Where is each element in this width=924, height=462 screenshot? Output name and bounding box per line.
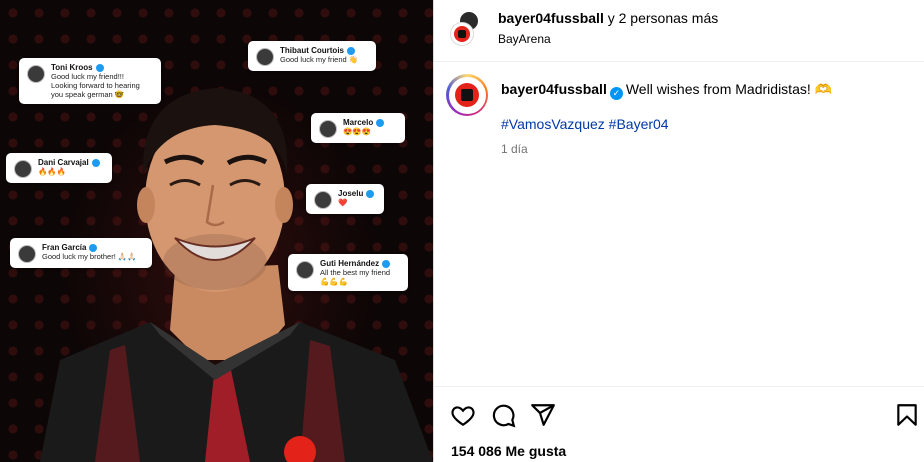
comment-card-courtois: Thibaut Courtois Good luck my friend 👋: [248, 41, 376, 71]
comment-author: Dani Carvajal: [38, 158, 89, 167]
caption-avatar[interactable]: [446, 74, 488, 116]
comment-text: Good luck my friend 👋: [280, 55, 359, 64]
collab-text[interactable]: y 2 personas más: [608, 10, 719, 26]
post-time[interactable]: 1 día: [501, 142, 528, 156]
comment-text: Good luck my brother! 🙏🏻🙏🏻: [42, 252, 137, 261]
comment-icon[interactable]: [490, 402, 516, 428]
comment-text: ❤️: [338, 198, 348, 207]
avatar: [27, 65, 45, 83]
action-bar: 154 086 Me gusta: [434, 386, 924, 462]
heart-icon[interactable]: [450, 402, 476, 428]
caption: bayer04fussball ✓ Well wishes from Madridi…: [434, 62, 924, 162]
comment-author: Thibaut Courtois: [280, 46, 344, 55]
author-avatar[interactable]: [450, 22, 474, 46]
comment-author: Toni Kroos: [51, 63, 93, 72]
author-username[interactable]: bayer04fussball: [498, 10, 604, 26]
verified-icon: [382, 259, 391, 268]
avatar: [14, 160, 32, 178]
send-icon[interactable]: [530, 402, 556, 428]
hashtag-link[interactable]: #Bayer04: [609, 116, 669, 132]
comment-card-marcelo: Marcelo 😍😍😍: [311, 113, 405, 143]
avatar: [296, 261, 314, 279]
comment-text: Good luck my friend!!! Looking forward t…: [51, 72, 140, 99]
likes-count[interactable]: 154 086 Me gusta: [451, 443, 566, 459]
collab-avatars[interactable]: [450, 10, 486, 46]
verified-icon: [376, 118, 385, 127]
comment-author: Fran García: [42, 243, 87, 252]
avatar: [314, 191, 332, 209]
caption-username[interactable]: bayer04fussball: [501, 81, 607, 97]
comment-card-fran-garcia: Fran García Good luck my brother! 🙏🏻🙏🏻: [10, 238, 152, 268]
post-header: bayer04fussball y 2 personas más BayAren…: [434, 0, 924, 62]
verified-icon: [95, 63, 104, 72]
caption-text: bayer04fussball ✓ Well wishes from Madridi…: [501, 80, 911, 100]
comment-author: Guti Hernández: [320, 259, 380, 268]
club-crest-icon: [455, 83, 479, 107]
comment-card-guti: Guti Hernández All the best my friend 💪💪…: [288, 254, 408, 291]
post-sidebar: bayer04fussball y 2 personas más BayAren…: [433, 0, 924, 462]
verified-icon: [89, 243, 98, 252]
verified-icon: [366, 189, 375, 198]
verified-icon: [91, 158, 100, 167]
bookmark-icon[interactable]: [894, 402, 920, 428]
comment-author: Marcelo: [343, 118, 374, 127]
hashtags: #VamosVazquez #Bayer04: [501, 116, 669, 132]
verified-icon: [347, 46, 355, 55]
club-crest-icon: [454, 26, 470, 42]
comment-author: Joselu: [338, 189, 364, 198]
avatar: [256, 48, 274, 66]
post-location[interactable]: BayArena: [498, 32, 551, 46]
comment-card-joselu: Joselu ❤️: [306, 184, 384, 214]
comment-card-kroos: Toni Kroos Good luck my friend!!! Lookin…: [19, 58, 161, 104]
comment-text: All the best my friend 💪💪💪: [320, 268, 391, 286]
comment-text: 😍😍😍: [343, 127, 372, 136]
comment-card-carvajal: Dani Carvajal 🔥🔥🔥: [6, 153, 112, 183]
avatar: [319, 120, 337, 138]
avatar: [18, 245, 36, 263]
verified-icon: ✓: [609, 87, 623, 100]
post-authors: bayer04fussball y 2 personas más: [498, 10, 718, 26]
hashtag-link[interactable]: #VamosVazquez: [501, 116, 605, 132]
post-media[interactable]: Toni Kroos Good luck my friend!!! Lookin…: [0, 0, 433, 462]
comment-text: 🔥🔥🔥: [38, 167, 67, 176]
caption-body: Well wishes from Madridistas! 🫶: [625, 81, 833, 97]
